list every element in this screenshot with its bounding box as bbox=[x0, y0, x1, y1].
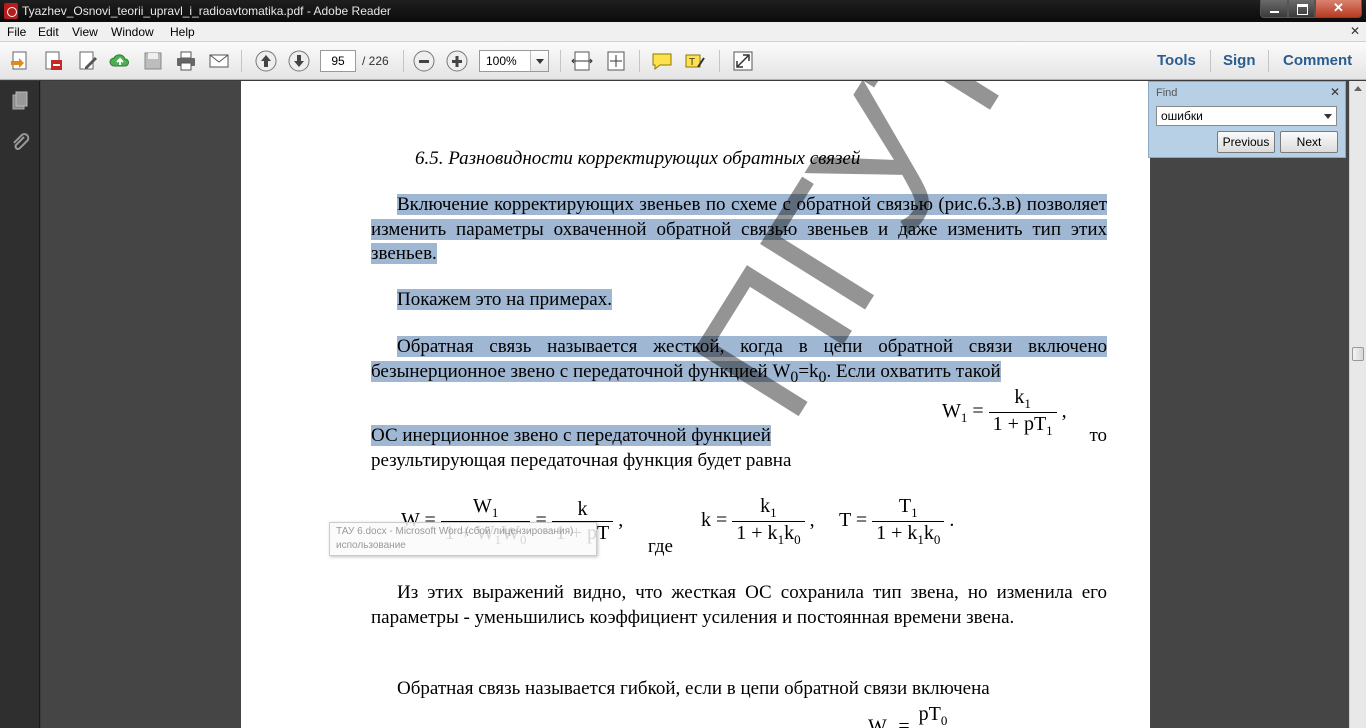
toolbar: 95 / 226 100% T Tools Sign Comment bbox=[0, 42, 1366, 80]
full-screen-icon[interactable] bbox=[731, 49, 755, 73]
toolbar-separator bbox=[1268, 50, 1269, 72]
formula-w0: W0=k0 bbox=[772, 360, 827, 386]
paragraph-3: Обратная связь называется жесткой, когда… bbox=[371, 335, 1107, 390]
create-pdf-icon[interactable] bbox=[42, 49, 66, 73]
save-icon[interactable] bbox=[141, 49, 165, 73]
menu-view[interactable]: View bbox=[72, 25, 98, 39]
attachments-icon[interactable] bbox=[8, 131, 32, 155]
find-previous-button[interactable]: Previous bbox=[1217, 131, 1275, 153]
close-document-icon[interactable]: ✕ bbox=[1350, 24, 1360, 38]
email-icon[interactable] bbox=[207, 49, 231, 73]
highlighted-text: Покажем это на примерах. bbox=[397, 289, 612, 310]
formula-k: k = k1 1 + k1k0 , bbox=[701, 495, 815, 547]
chevron-down-icon[interactable] bbox=[1324, 114, 1332, 119]
taskbar-tooltip: ТАУ 6.docx - Microsoft Word (сбой лиценз… bbox=[329, 522, 597, 556]
fit-width-icon[interactable] bbox=[570, 49, 594, 73]
open-icon[interactable] bbox=[9, 49, 33, 73]
paragraph-1: Включение корректирующих звеньев по схем… bbox=[371, 193, 1107, 267]
toolbar-separator bbox=[639, 50, 640, 72]
title-bar: Tyazhev_Osnovi_teorii_upravl_i_radioavto… bbox=[0, 0, 1366, 22]
section-heading: 6.5. Разновидности корректирующих обратн… bbox=[415, 148, 861, 169]
formula-w0-flexible: W0 = pT0 bbox=[868, 703, 951, 728]
highlighted-text: Включение корректирующих звеньев по схем… bbox=[371, 194, 1107, 264]
zoom-level-select[interactable]: 100% bbox=[479, 50, 549, 72]
menu-help[interactable]: Help bbox=[170, 25, 195, 39]
fit-page-icon[interactable] bbox=[604, 49, 628, 73]
next-page-icon[interactable] bbox=[287, 49, 311, 73]
previous-page-icon[interactable] bbox=[254, 49, 278, 73]
menu-edit[interactable]: Edit bbox=[38, 25, 59, 39]
find-query: ошибки bbox=[1161, 109, 1203, 123]
minimize-button[interactable] bbox=[1260, 0, 1288, 18]
sign-pane-button[interactable]: Sign bbox=[1223, 52, 1256, 69]
tools-pane-button[interactable]: Tools bbox=[1157, 52, 1196, 69]
print-icon[interactable] bbox=[174, 49, 198, 73]
toolbar-separator bbox=[403, 50, 404, 72]
zoom-in-icon[interactable] bbox=[445, 49, 469, 73]
scroll-up-icon[interactable] bbox=[1352, 83, 1364, 95]
window-title: Tyazhev_Osnovi_teorii_upravl_i_radioavto… bbox=[22, 4, 391, 18]
toolbar-separator bbox=[1210, 50, 1211, 72]
toolbar-separator bbox=[719, 50, 720, 72]
edit-pdf-icon[interactable] bbox=[76, 49, 100, 73]
menu-bar: File Edit View Window Help ✕ bbox=[0, 22, 1366, 42]
zoom-value: 100% bbox=[486, 54, 517, 68]
find-panel: Find ✕ ошибки Previous Next bbox=[1148, 81, 1346, 158]
find-next-button[interactable]: Next bbox=[1280, 131, 1338, 153]
maximize-button[interactable] bbox=[1288, 0, 1315, 18]
paragraph-4: ОС инерционное звено с передаточной функ… bbox=[371, 424, 1107, 473]
toolbar-separator bbox=[241, 50, 242, 72]
zoom-out-icon[interactable] bbox=[412, 49, 436, 73]
vertical-scrollbar[interactable] bbox=[1349, 81, 1366, 728]
text-result: результирующая передаточная функция буде… bbox=[371, 449, 792, 471]
adobe-reader-icon bbox=[4, 3, 18, 19]
sticky-note-icon[interactable] bbox=[650, 49, 674, 73]
paragraph-5: Из этих выражений видно, что жесткая ОС … bbox=[371, 582, 1107, 628]
text-to: то bbox=[1089, 425, 1107, 446]
page-total: / 226 bbox=[362, 54, 389, 68]
upload-cloud-icon[interactable] bbox=[108, 49, 132, 73]
formula-t: T = T1 1 + k1k0 . bbox=[839, 495, 955, 547]
close-window-button[interactable] bbox=[1315, 0, 1362, 18]
svg-text:T: T bbox=[689, 57, 695, 68]
find-input[interactable]: ошибки bbox=[1156, 106, 1337, 126]
page-thumbnails-icon[interactable] bbox=[8, 89, 32, 113]
menu-file[interactable]: File bbox=[7, 25, 26, 39]
navigation-pane bbox=[0, 81, 40, 728]
paragraph-2: Покажем это на примерах. bbox=[371, 288, 1107, 313]
highlight-text-icon[interactable]: T bbox=[683, 49, 707, 73]
page-number-input[interactable]: 95 bbox=[320, 50, 356, 72]
comment-pane-button[interactable]: Comment bbox=[1283, 52, 1352, 69]
chevron-down-icon[interactable] bbox=[530, 51, 548, 71]
find-label: Find bbox=[1156, 87, 1178, 99]
toolbar-separator bbox=[560, 50, 561, 72]
highlighted-text: ОС инерционное звено с передаточной функ… bbox=[371, 425, 771, 446]
highlighted-text: . Если охватить такой bbox=[826, 360, 1001, 382]
pdf-page: 6.5. Разновидности корректирующих обратн… bbox=[241, 81, 1150, 728]
close-find-icon[interactable]: ✕ bbox=[1330, 85, 1340, 99]
scrollbar-thumb[interactable] bbox=[1352, 347, 1364, 361]
paragraph-6: Обратная связь называется гибкой, если в… bbox=[397, 678, 990, 699]
menu-window[interactable]: Window bbox=[111, 25, 154, 39]
text-where: где bbox=[648, 536, 673, 557]
